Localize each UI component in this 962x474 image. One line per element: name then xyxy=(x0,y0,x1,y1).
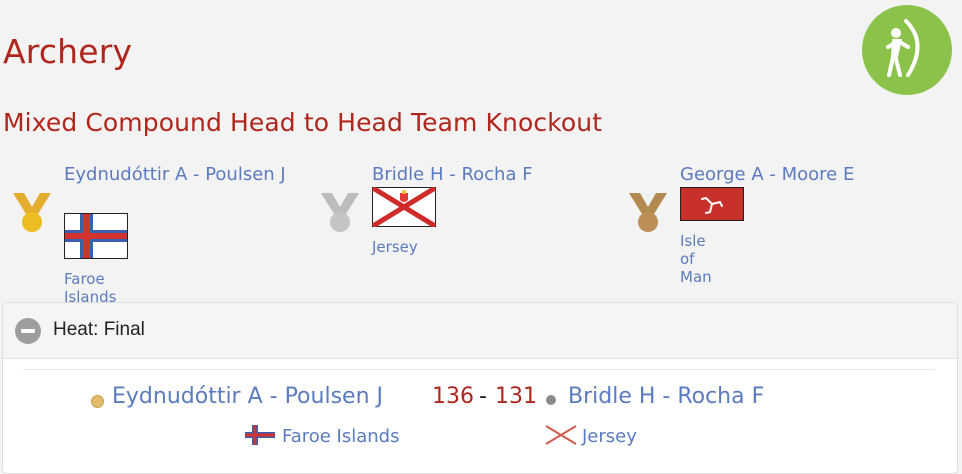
podium-gold-team-link[interactable]: Eydnudóttir A - Poulsen J xyxy=(64,162,314,187)
silver-medal-dot-icon xyxy=(546,395,556,405)
bronze-medal-icon xyxy=(629,193,667,232)
match-team1-country-link[interactable]: Faroe Islands xyxy=(282,426,399,447)
minus-circle-icon[interactable] xyxy=(15,318,41,344)
faroe-islands-flag-small xyxy=(245,425,275,445)
match-team2-link[interactable]: Bridle H - Rocha F xyxy=(568,384,764,409)
match-team2-score: 131 xyxy=(495,384,537,409)
heat-panel: Heat: Final Eydnudóttir A - Poulsen J 13… xyxy=(2,302,958,474)
jersey-flag-small xyxy=(545,425,577,445)
silver-medal-icon xyxy=(321,193,359,232)
divider xyxy=(23,369,935,370)
jersey-flag xyxy=(372,187,436,227)
score-separator: - xyxy=(479,384,487,409)
podium-gold-country-link[interactable]: Faroe Islands xyxy=(64,270,116,306)
podium-silver-team-link[interactable]: Bridle H - Rocha F xyxy=(372,162,622,187)
match-row: Eydnudóttir A - Poulsen J 136 - 131 Brid… xyxy=(3,380,957,460)
podium-bronze-country-link[interactable]: Isle of Man xyxy=(680,232,712,286)
podium-bronze-team-link[interactable]: George A - Moore E xyxy=(680,162,930,187)
page-title: Archery xyxy=(3,32,133,71)
gold-medal-dot-icon xyxy=(91,395,104,408)
match-team1-score: 136 xyxy=(432,384,474,409)
sport-badge xyxy=(862,5,952,95)
event-title: Mixed Compound Head to Head Team Knockou… xyxy=(3,108,603,137)
gold-medal-icon xyxy=(13,193,51,232)
match-team2-country-link[interactable]: Jersey xyxy=(582,426,637,447)
heat-panel-header[interactable]: Heat: Final xyxy=(3,303,957,359)
match-team1-link[interactable]: Eydnudóttir A - Poulsen J xyxy=(112,384,383,409)
archery-icon xyxy=(886,19,920,77)
heat-label: Heat: Final xyxy=(53,319,145,340)
isle-of-man-flag xyxy=(680,187,744,221)
podium-silver-country-link[interactable]: Jersey xyxy=(372,238,418,256)
faroe-islands-flag xyxy=(64,213,128,259)
